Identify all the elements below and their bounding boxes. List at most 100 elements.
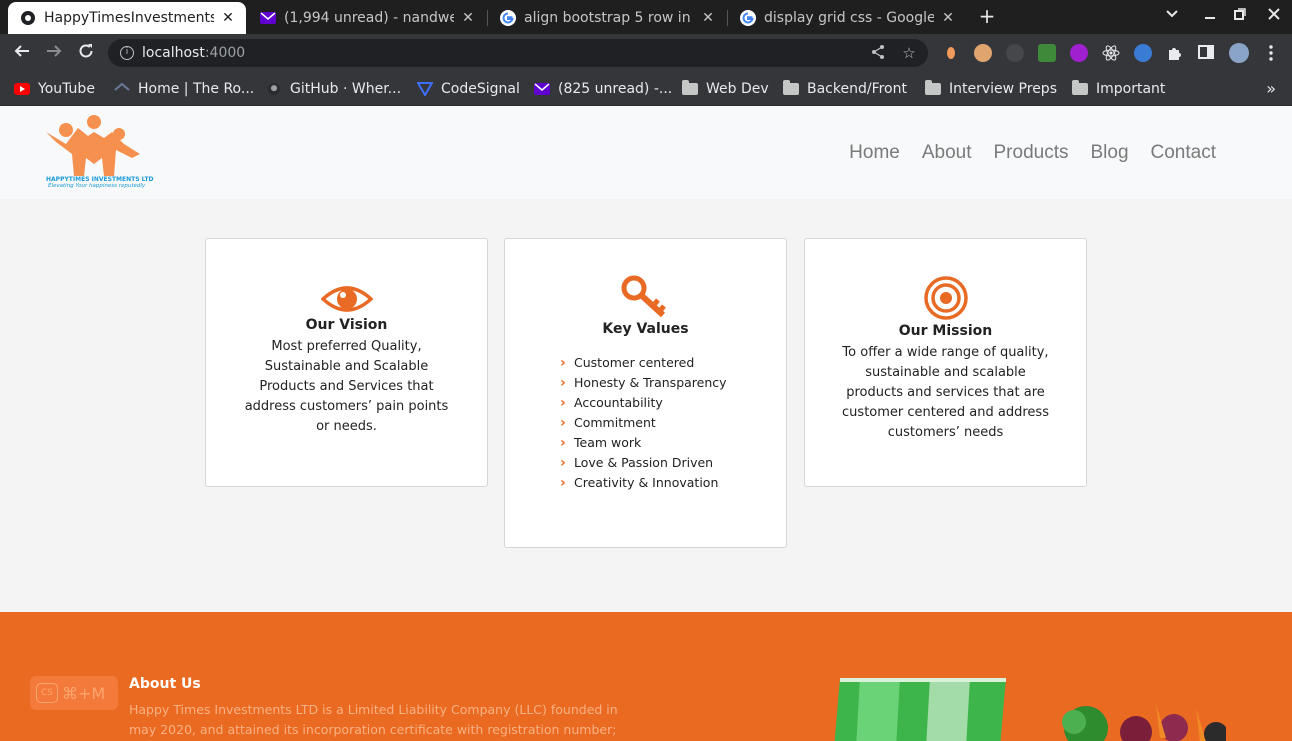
yahoo-mail-icon bbox=[534, 83, 550, 95]
chevron-right-icon: › bbox=[560, 415, 566, 431]
list-item: › Customer centered bbox=[560, 355, 695, 371]
google-icon bbox=[740, 10, 756, 26]
bookmark-codesignal[interactable]: CodeSignal bbox=[417, 78, 520, 100]
logo-tagline: Elevating Your happiness reputedly bbox=[48, 183, 146, 189]
list-item: › Accountability bbox=[560, 395, 663, 411]
close-tab-icon[interactable]: ✕ bbox=[940, 10, 956, 26]
puzzle-extensions-icon[interactable] bbox=[1166, 44, 1184, 62]
bookmark-youtube[interactable]: YouTube bbox=[14, 78, 95, 100]
share-icon[interactable] bbox=[869, 44, 887, 62]
mission-card: Our Mission To offer a wide range of qua… bbox=[804, 238, 1087, 487]
youtube-icon bbox=[14, 83, 30, 95]
logo-company-name: HAPPYTIMES INVESTMENTS LTD bbox=[46, 176, 154, 183]
extension-icon[interactable] bbox=[1070, 44, 1088, 62]
vision-card: Our Vision Most preferred Quality, Susta… bbox=[205, 238, 488, 487]
company-logo[interactable]: HAPPYTIMES INVESTMENTS LTD Elevating You… bbox=[44, 114, 154, 192]
vision-text: Most preferred Quality, Sustainable and … bbox=[244, 339, 449, 434]
nav-contact[interactable]: Contact bbox=[1151, 142, 1216, 164]
address-bar[interactable]: i localhost:4000 ☆ bbox=[108, 39, 928, 67]
footer-about-text: Happy Times Investments LTD is a Limited… bbox=[129, 702, 618, 737]
main-nav: Home About Products Blog Contact bbox=[849, 142, 1216, 164]
shortcut-overlay[interactable]: CS ⌘+M bbox=[30, 676, 118, 710]
vision-title: Our Vision bbox=[305, 317, 388, 333]
folder-icon bbox=[1072, 80, 1088, 95]
bookmark-home[interactable]: Home | The Ro... bbox=[114, 78, 254, 100]
eye-icon bbox=[320, 286, 373, 312]
footer-about-heading: About Us bbox=[129, 676, 201, 692]
nav-about[interactable]: About bbox=[922, 142, 972, 164]
nav-blog[interactable]: Blog bbox=[1090, 142, 1128, 164]
tab-title: (1,994 unread) - nandweza bbox=[284, 10, 454, 26]
new-tab-button[interactable]: + bbox=[977, 6, 997, 26]
bookmarks-overflow-button[interactable]: » bbox=[1266, 79, 1276, 98]
forward-arrow-icon[interactable] bbox=[43, 42, 65, 64]
bookmarks-bar: YouTube Home | The Ro... GitHub · Wher..… bbox=[0, 72, 1292, 106]
chevron-right-icon: › bbox=[560, 355, 566, 371]
minimize-window-icon[interactable] bbox=[1200, 6, 1220, 26]
extension-icon[interactable] bbox=[1134, 44, 1152, 62]
back-arrow-icon[interactable] bbox=[11, 42, 33, 64]
key-icon bbox=[621, 275, 666, 318]
shortcut-badge: CS bbox=[36, 683, 58, 703]
extension-icon[interactable] bbox=[1006, 44, 1024, 62]
folder-icon bbox=[682, 80, 698, 95]
key-values-title: Key Values bbox=[602, 321, 689, 337]
bookmark-folder-important[interactable]: Important bbox=[1072, 78, 1165, 100]
list-item: › Honesty & Transparency bbox=[560, 375, 727, 391]
menu-kebab-icon[interactable] bbox=[1262, 44, 1280, 62]
bookmark-folder-interview[interactable]: Interview Preps bbox=[925, 78, 1057, 100]
chevron-right-icon: › bbox=[560, 455, 566, 471]
green-juice-glass-image bbox=[834, 678, 1006, 741]
site-footer: CS ⌘+M About Us Happy Times Investments … bbox=[0, 612, 1292, 741]
tab-happytimes[interactable]: HappyTimesInvestmentsL ✕ bbox=[8, 2, 246, 34]
vegetables-image bbox=[1062, 704, 1226, 741]
react-devtools-icon[interactable] bbox=[1102, 44, 1120, 62]
tab-google-bootstrap[interactable]: align bootstrap 5 row in c ✕ bbox=[488, 2, 726, 34]
nav-products[interactable]: Products bbox=[994, 142, 1069, 164]
bookmark-star-icon[interactable]: ☆ bbox=[900, 44, 918, 62]
list-item: › Love & Passion Driven bbox=[560, 455, 714, 471]
extension-icon[interactable] bbox=[942, 44, 960, 62]
close-window-icon[interactable] bbox=[1264, 6, 1284, 26]
close-tab-icon[interactable]: ✕ bbox=[700, 10, 716, 26]
folder-icon bbox=[925, 80, 941, 95]
mission-title: Our Mission bbox=[898, 323, 993, 339]
side-panel-icon[interactable] bbox=[1198, 44, 1216, 62]
list-item: › Creativity & Innovation bbox=[560, 475, 719, 491]
bookmark-github[interactable]: GitHub · Wher... bbox=[266, 78, 401, 100]
avatar[interactable] bbox=[1229, 43, 1249, 63]
values-section: Our Vision Most preferred Quality, Susta… bbox=[0, 199, 1292, 612]
chevron-right-icon: › bbox=[560, 395, 566, 411]
nav-home[interactable]: Home bbox=[849, 142, 900, 164]
list-item: › Commitment bbox=[560, 415, 656, 431]
browser-tab-strip: HappyTimesInvestmentsL ✕ (1,994 unread) … bbox=[0, 0, 1292, 34]
bookmark-folder-backend[interactable]: Backend/Front bbox=[783, 78, 907, 100]
chevron-right-icon: › bbox=[560, 375, 566, 391]
key-values-card: Key Values › Customer centered › Honesty &… bbox=[504, 238, 787, 548]
tab-yahoo-mail[interactable]: (1,994 unread) - nandweza ✕ bbox=[248, 2, 486, 34]
tab-google-grid[interactable]: display grid css - Google S ✕ bbox=[728, 2, 966, 34]
site-header: HAPPYTIMES INVESTMENTS LTD Elevating You… bbox=[0, 106, 1292, 199]
people-logo-icon bbox=[46, 115, 140, 176]
shortcut-keys: ⌘+M bbox=[62, 683, 106, 703]
google-icon bbox=[500, 10, 516, 26]
bookmark-yahoo-mail[interactable]: (825 unread) -... bbox=[534, 78, 672, 100]
close-tab-icon[interactable]: ✕ bbox=[460, 10, 476, 26]
bookmark-folder-webdev[interactable]: Web Dev bbox=[682, 78, 769, 100]
address-url: localhost:4000 bbox=[142, 45, 246, 61]
site-info-icon[interactable]: i bbox=[120, 46, 134, 60]
list-item: › Team work bbox=[560, 435, 642, 451]
yahoo-mail-icon bbox=[260, 10, 276, 26]
chevron-right-icon: › bbox=[560, 435, 566, 451]
tab-search-chevron-icon[interactable] bbox=[1162, 6, 1182, 26]
extension-icon[interactable] bbox=[1038, 44, 1056, 62]
restore-window-icon[interactable] bbox=[1230, 6, 1250, 26]
target-icon bbox=[923, 276, 968, 320]
chevron-right-icon: › bbox=[560, 475, 566, 491]
close-tab-icon[interactable]: ✕ bbox=[220, 10, 236, 26]
react-icon bbox=[20, 10, 36, 26]
extension-icon[interactable] bbox=[974, 44, 992, 62]
folder-icon bbox=[783, 80, 799, 95]
reload-icon[interactable] bbox=[75, 42, 97, 64]
codesignal-icon bbox=[417, 82, 433, 96]
